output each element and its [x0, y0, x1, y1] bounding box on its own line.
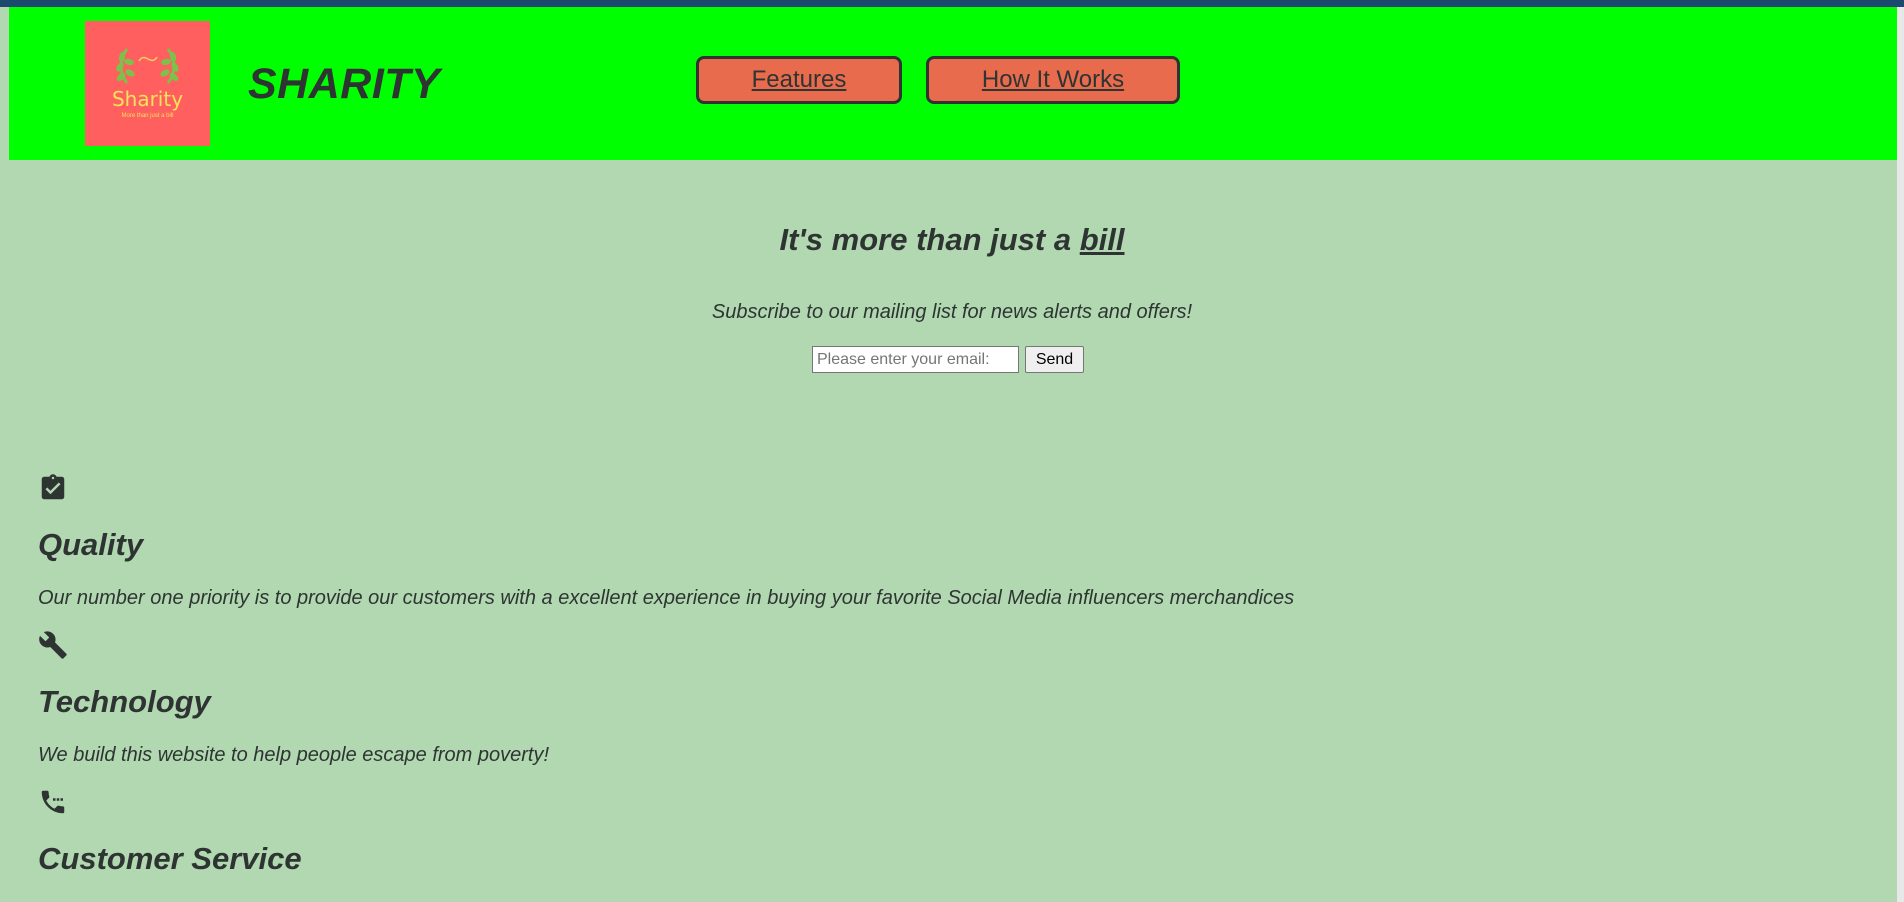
brand-name: SHARITY [248, 60, 441, 108]
window-top-bar [0, 0, 1904, 7]
phone-icon [38, 787, 68, 817]
hero-title-emphasis: bill [1079, 222, 1125, 257]
clipboard-check-icon [38, 473, 68, 503]
nav-features-button[interactable]: Features [696, 56, 902, 104]
logo-tagline: More than just a bill [121, 113, 174, 119]
feature-title-quality: Quality [38, 527, 144, 562]
feature-title-technology: Technology [38, 684, 211, 719]
hero-title-prefix: It's more than just a [779, 222, 1080, 257]
email-input[interactable] [812, 346, 1019, 373]
laurel-icon [116, 48, 179, 84]
scrollbar[interactable] [1897, 7, 1904, 902]
feature-desc-quality: Our number one priority is to provide ou… [38, 587, 1295, 609]
feature-title-customer-service: Customer Service [38, 841, 302, 876]
logo-text: Sharity [111, 87, 184, 111]
send-button[interactable]: Send [1025, 346, 1084, 373]
nav-how-it-works-button[interactable]: How It Works [926, 56, 1180, 104]
wrench-icon [38, 630, 68, 660]
feature-desc-technology: We build this website to help people esc… [38, 744, 550, 766]
site-header: Sharity More than just a bill SHARITY Fe… [9, 7, 1897, 160]
brand-logo[interactable]: Sharity More than just a bill [85, 21, 210, 146]
hero-title: It's more than just a bill [0, 222, 1904, 258]
subscribe-text: Subscribe to our mailing list for news a… [711, 301, 1193, 323]
